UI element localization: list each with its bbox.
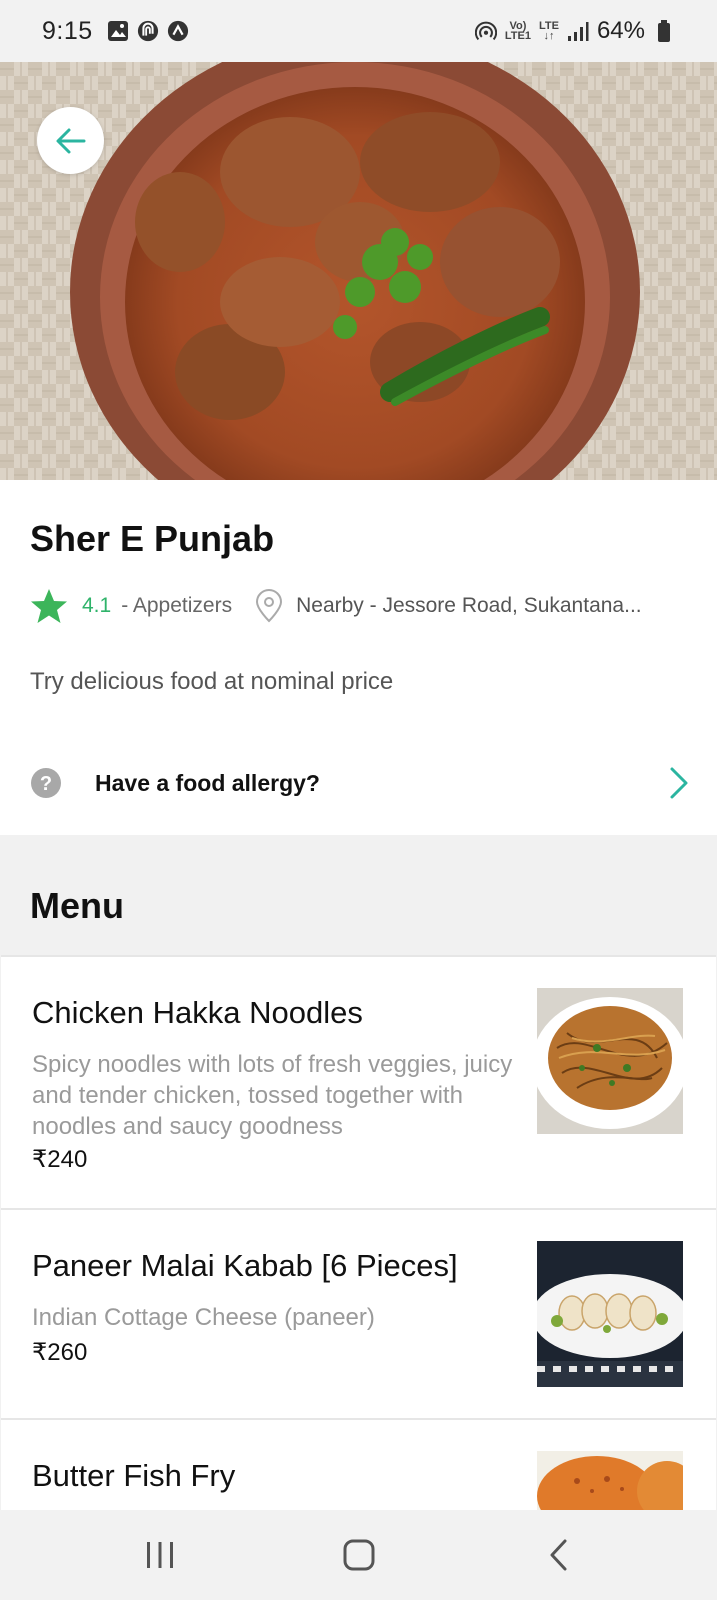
svg-text:?: ? — [40, 773, 52, 795]
system-nav-bar — [0, 1510, 717, 1600]
hotspot-icon — [474, 20, 497, 42]
menu-item-description: Indian Cottage Cheese (paneer) — [32, 1304, 375, 1331]
arrow-left-icon — [56, 128, 85, 153]
menu-item-price: ₹240 — [32, 1146, 88, 1173]
chevron-left-icon — [550, 1539, 566, 1571]
menu-item[interactable]: Chicken Hakka Noodles Spicy noodles with… — [1, 955, 716, 1208]
restaurant-tagline: Try delicious food at nominal price — [30, 668, 394, 695]
home-icon — [343, 1539, 374, 1571]
dish-hero-image — [0, 62, 717, 480]
status-time: 9:15 — [42, 16, 93, 45]
location-pin-icon — [254, 589, 284, 623]
recent-apps-icon — [146, 1542, 173, 1568]
recent-apps-button[interactable] — [120, 1525, 200, 1585]
battery-icon — [653, 20, 675, 42]
volte-indicator: Vo) LTE1 — [504, 21, 531, 42]
restaurant-location: Nearby - Jessore Road, Sukantana... — [296, 594, 642, 617]
question-circle-icon: ? — [31, 768, 61, 798]
status-left: 9:15 — [42, 17, 189, 46]
menu-item-image — [537, 1241, 683, 1387]
signal-icon — [567, 20, 589, 42]
chevron-right-icon — [670, 767, 688, 799]
battery-percent: 64% — [596, 17, 645, 44]
system-back-button[interactable] — [518, 1525, 598, 1585]
menu-item-description: Spicy noodles with lots of fresh veggies… — [32, 1051, 513, 1140]
home-button[interactable] — [319, 1525, 399, 1585]
volte-bottom: LTE1 — [504, 30, 531, 42]
screen: 9:15 Vo) LTE1 LTE ↓↑ 64% Sher E Punjab 4… — [0, 0, 717, 1600]
chicken-curry-illustration — [0, 62, 717, 480]
menu-title: Menu — [30, 885, 124, 926]
menu-item-price: ₹260 — [32, 1339, 88, 1366]
lte-label: LTE — [538, 20, 559, 32]
app-notification-icon — [137, 20, 159, 42]
rating-value: 4.1 — [82, 594, 112, 617]
restaurant-name: Sher E Punjab — [30, 518, 275, 559]
status-bar: 9:15 Vo) LTE1 LTE ↓↑ 64% — [0, 0, 717, 62]
back-button[interactable] — [37, 107, 104, 174]
lte-indicator: LTE ↓↑ — [538, 20, 559, 42]
restaurant-info: Sher E Punjab 4.1 - Appetizers Nearby - … — [0, 480, 717, 835]
menu-item[interactable]: Paneer Malai Kabab [6 Pieces] Indian Cot… — [1, 1208, 716, 1418]
menu-item-name: Chicken Hakka Noodles — [32, 995, 363, 1030]
gallery-icon — [107, 20, 129, 42]
menu-item-name: Butter Fish Fry — [32, 1458, 236, 1493]
food-allergy-row[interactable]: ? Have a food allergy? — [30, 760, 690, 806]
star-icon — [31, 589, 67, 623]
status-right: Vo) LTE1 LTE ↓↑ 64% — [474, 17, 675, 45]
menu-item-image — [537, 988, 683, 1134]
food-allergy-label: Have a food allergy? — [95, 769, 320, 796]
menu-item-name: Paneer Malai Kabab [6 Pieces] — [32, 1248, 458, 1283]
restaurant-meta: 4.1 - Appetizers Nearby - Jessore Road, … — [30, 586, 642, 626]
menu-section: Menu Chicken Hakka Noodles Spicy noodles… — [0, 835, 717, 1597]
restaurant-category: - Appetizers — [121, 594, 233, 617]
app-notification-icon-2 — [167, 20, 189, 42]
